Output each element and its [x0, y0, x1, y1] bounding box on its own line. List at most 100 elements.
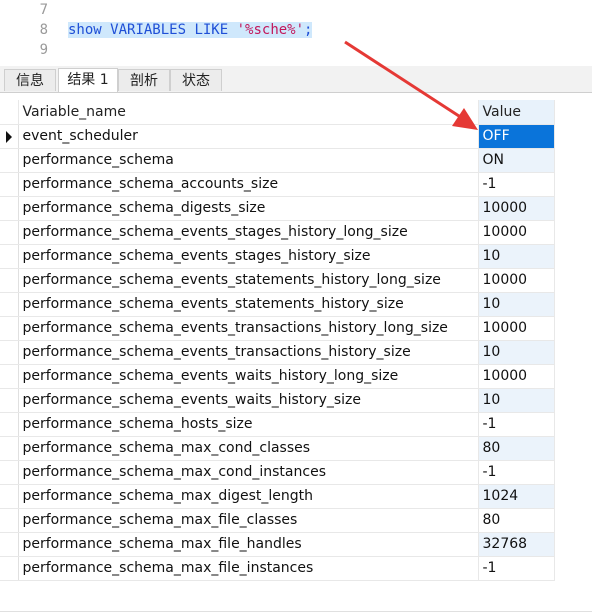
table-row[interactable]: performance_schema_events_statements_his…	[0, 292, 555, 317]
cell-variable-name[interactable]: performance_schema_hosts_size	[18, 412, 479, 437]
cell-variable-name[interactable]: performance_schema_max_digest_length	[18, 484, 479, 509]
line-number: 9	[39, 42, 48, 58]
cell-variable-name[interactable]: performance_schema_events_transactions_h…	[18, 340, 479, 365]
row-indicator[interactable]	[0, 220, 19, 245]
result-table: Variable_name Value event_scheduler OFF pe…	[0, 100, 555, 581]
line-number: 7	[39, 2, 48, 18]
table-row[interactable]: performance_schema_events_transactions_h…	[0, 340, 555, 365]
table-row[interactable]: performance_schema ON	[0, 148, 555, 173]
cell-value[interactable]: 10000	[478, 196, 555, 221]
row-indicator[interactable]	[0, 244, 19, 269]
cell-variable-name[interactable]: performance_schema_max_file_handles	[18, 532, 479, 557]
row-indicator[interactable]	[0, 508, 19, 533]
table-row[interactable]: event_scheduler OFF	[0, 124, 555, 149]
sql-keyword-show: show	[68, 22, 102, 38]
cell-value[interactable]: 10000	[478, 268, 555, 293]
sql-keyword-like: LIKE	[194, 22, 229, 38]
cell-value[interactable]: 10	[478, 388, 555, 413]
cell-value[interactable]: -1	[478, 460, 555, 485]
cell-value[interactable]: -1	[478, 172, 555, 197]
cell-variable-name[interactable]: performance_schema_max_cond_classes	[18, 436, 479, 461]
cell-value[interactable]: 10000	[478, 316, 555, 341]
cell-variable-name[interactable]: performance_schema_max_file_instances	[18, 556, 479, 581]
cell-value[interactable]: 10	[478, 340, 555, 365]
line-number-gutter: 7 8 9	[0, 0, 56, 64]
table-row[interactable]: performance_schema_events_waits_history_…	[0, 388, 555, 413]
row-indicator[interactable]	[0, 124, 19, 149]
cell-value[interactable]: -1	[478, 412, 555, 437]
cell-variable-name[interactable]: performance_schema_events_stages_history…	[18, 220, 479, 245]
row-indicator[interactable]	[0, 316, 19, 341]
table-row[interactable]: performance_schema_hosts_size -1	[0, 412, 555, 437]
sql-terminator: ;	[304, 22, 313, 38]
row-indicator[interactable]	[0, 268, 19, 293]
row-indicator[interactable]	[0, 172, 19, 197]
row-indicator[interactable]	[0, 436, 19, 461]
cell-variable-name[interactable]: performance_schema_accounts_size	[18, 172, 479, 197]
current-row-marker-icon	[6, 130, 12, 143]
table-row[interactable]: performance_schema_events_transactions_h…	[0, 316, 555, 341]
cell-variable-name[interactable]: performance_schema_events_stages_history…	[18, 244, 479, 269]
table-row[interactable]: performance_schema_max_file_instances -1	[0, 556, 555, 581]
result-grid[interactable]: Variable_name Value event_scheduler OFF pe…	[0, 100, 592, 581]
cell-value[interactable]: -1	[478, 556, 555, 581]
cell-value[interactable]: 10	[478, 244, 555, 269]
table-row[interactable]: performance_schema_events_statements_his…	[0, 268, 555, 293]
cell-value[interactable]: OFF	[478, 124, 555, 149]
sql-keyword-variables: VARIABLES	[110, 22, 187, 38]
tab-status[interactable]: 状态	[170, 69, 222, 91]
sql-string-pattern: '%sche%'	[236, 22, 305, 38]
cell-value[interactable]: ON	[478, 148, 555, 173]
row-indicator[interactable]	[0, 412, 19, 437]
row-indicator[interactable]	[0, 532, 19, 557]
table-row[interactable]: performance_schema_events_stages_history…	[0, 244, 555, 269]
cell-variable-name[interactable]: performance_schema_digests_size	[18, 196, 479, 221]
column-header-variable-name[interactable]: Variable_name	[18, 100, 479, 125]
line-number: 8	[39, 22, 48, 38]
row-indicator[interactable]	[0, 148, 19, 173]
table-row[interactable]: performance_schema_max_file_classes 80	[0, 508, 555, 533]
row-indicator[interactable]	[0, 460, 19, 485]
row-indicator[interactable]	[0, 364, 19, 389]
row-indicator-header	[0, 100, 19, 125]
column-header-value[interactable]: Value	[478, 100, 555, 125]
tab-profile[interactable]: 剖析	[118, 69, 170, 91]
cell-variable-name[interactable]: performance_schema_events_waits_history_…	[18, 388, 479, 413]
row-indicator[interactable]	[0, 484, 19, 509]
row-indicator[interactable]	[0, 196, 19, 221]
tab-result-1[interactable]: 结果 1	[58, 68, 118, 92]
table-row[interactable]: performance_schema_digests_size 10000	[0, 196, 555, 221]
table-row[interactable]: performance_schema_accounts_size -1	[0, 172, 555, 197]
cell-value[interactable]: 32768	[478, 532, 555, 557]
cell-variable-name[interactable]: performance_schema_events_waits_history_…	[18, 364, 479, 389]
cell-variable-name[interactable]: performance_schema_max_file_classes	[18, 508, 479, 533]
cell-value[interactable]: 1024	[478, 484, 555, 509]
row-indicator[interactable]	[0, 292, 19, 317]
cell-variable-name[interactable]: performance_schema	[18, 148, 479, 173]
table-row[interactable]: performance_schema_events_stages_history…	[0, 220, 555, 245]
cell-value[interactable]: 10000	[478, 220, 555, 245]
table-row[interactable]: performance_schema_max_cond_instances -1	[0, 460, 555, 485]
result-tabs: 信息 结果 1 剖析 状态	[0, 66, 592, 93]
row-indicator[interactable]	[0, 388, 19, 413]
table-row[interactable]: performance_schema_max_file_handles 32768	[0, 532, 555, 557]
grid-bottom-border	[0, 611, 592, 612]
header-row: Variable_name Value	[0, 100, 555, 125]
cell-value[interactable]: 10	[478, 292, 555, 317]
cell-variable-name[interactable]: event_scheduler	[18, 124, 479, 149]
sql-editor[interactable]: 7 8 9 show VARIABLES LIKE '%sche%';	[0, 0, 592, 64]
cell-value[interactable]: 10000	[478, 364, 555, 389]
cell-value[interactable]: 80	[478, 508, 555, 533]
row-indicator[interactable]	[0, 556, 19, 581]
sql-query-line[interactable]: show VARIABLES LIKE '%sche%';	[68, 21, 313, 39]
tab-info[interactable]: 信息	[4, 69, 56, 91]
cell-variable-name[interactable]: performance_schema_events_statements_his…	[18, 268, 479, 293]
table-row[interactable]: performance_schema_max_digest_length 1024	[0, 484, 555, 509]
row-indicator[interactable]	[0, 340, 19, 365]
cell-variable-name[interactable]: performance_schema_max_cond_instances	[18, 460, 479, 485]
cell-value[interactable]: 80	[478, 436, 555, 461]
cell-variable-name[interactable]: performance_schema_events_transactions_h…	[18, 316, 479, 341]
table-row[interactable]: performance_schema_max_cond_classes 80	[0, 436, 555, 461]
cell-variable-name[interactable]: performance_schema_events_statements_his…	[18, 292, 479, 317]
table-row[interactable]: performance_schema_events_waits_history_…	[0, 364, 555, 389]
